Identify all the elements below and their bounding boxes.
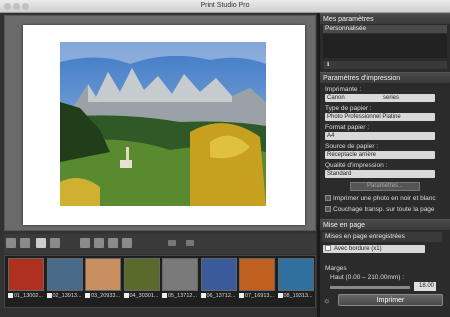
thumbnail-label[interactable]: 04_30301...	[123, 293, 159, 299]
bw-checkbox[interactable]: Imprimer une photo en noir et blanc	[325, 195, 436, 202]
printer-select[interactable]: Canon series	[325, 94, 435, 102]
text-icon[interactable]	[36, 238, 46, 248]
thumbnail[interactable]	[46, 258, 83, 291]
toolbar	[4, 234, 316, 254]
thumbnail[interactable]	[8, 258, 44, 291]
paper-source-label: Source de papier :	[325, 143, 379, 150]
next-arrow-icon[interactable]	[186, 240, 194, 246]
preset-item[interactable]: Personnalisée	[323, 25, 447, 33]
thumbnail-label[interactable]: 05_13712...	[162, 293, 197, 299]
thumbnail-label[interactable]: 03_20933...	[85, 293, 120, 299]
settings-sidebar: Mes paramètres Personnalisée ℹ Paramètre…	[320, 13, 450, 317]
thumbnail-checkbox[interactable]	[8, 293, 13, 299]
top-margin-label: Haut (0.00 – 210.00mm) :	[330, 274, 405, 281]
thumbnail-filename: 05_13712...	[168, 293, 198, 299]
paper-preview	[23, 25, 305, 225]
paper-type-select[interactable]: Photo Professionnel Platine	[325, 113, 435, 121]
thumbnail-checkbox[interactable]	[123, 293, 129, 299]
paper-size-label: Format papier :	[325, 124, 370, 131]
thumbnail-filename: 08_19313...	[283, 293, 313, 299]
thumbnail-checkbox[interactable]	[277, 293, 283, 299]
thumbnail-filename: 02_13913...	[52, 293, 82, 299]
printer-label: Imprimante :	[325, 86, 362, 93]
quality-label: Qualité d'impression :	[325, 162, 388, 169]
my-settings-header[interactable]: Mes paramètres	[320, 13, 450, 24]
crop-icon[interactable]	[80, 238, 90, 248]
preset-list	[323, 34, 447, 58]
thumbnail-label[interactable]: 08_19313...	[277, 293, 313, 299]
thumbnail[interactable]	[239, 258, 275, 291]
thumbnail-filename: 01_13002...	[14, 293, 44, 299]
thumbnail-filename: 04_30301...	[129, 293, 159, 299]
window-title: Print Studio Pro	[200, 2, 250, 9]
print-settings-header[interactable]: Paramètres d'impression	[320, 72, 450, 83]
paper-size-select[interactable]: A4	[325, 132, 435, 140]
thumbnail-filename: 03_20933...	[91, 293, 121, 299]
margins-label: Marges	[325, 265, 347, 272]
preview-photo[interactable]	[60, 42, 266, 206]
thumbnail-label[interactable]: 07_16913...	[239, 293, 274, 299]
thumbnail-checkbox[interactable]	[162, 293, 167, 299]
thumbnail[interactable]	[277, 258, 314, 291]
quality-select[interactable]: Standard	[325, 170, 435, 178]
top-margin-input[interactable]: 18.00	[414, 282, 436, 291]
title-bar: Print Studio Pro	[0, 0, 450, 13]
gear-icon[interactable]: ☼	[323, 296, 332, 305]
zoom-out-icon[interactable]	[94, 238, 104, 248]
single-view-icon[interactable]	[50, 238, 60, 248]
zoom-in-icon[interactable]	[108, 238, 118, 248]
thumbnail-checkbox[interactable]	[239, 293, 244, 299]
thumbnail[interactable]	[162, 258, 198, 291]
saved-layouts-header: Mises en page enregistrées	[322, 232, 442, 242]
rotate-right-icon[interactable]	[20, 238, 30, 248]
thumbnail-label[interactable]: 02_13913...	[46, 293, 82, 299]
thumbnail[interactable]	[200, 258, 237, 291]
thumbnail[interactable]	[123, 258, 160, 291]
paper-type-label: Type de papier :	[325, 105, 372, 112]
layout-header[interactable]: Mise en page	[320, 219, 450, 230]
coating-checkbox[interactable]: Couchage transp. sur toute la page	[325, 206, 435, 213]
thumbnail-checkbox[interactable]	[200, 293, 206, 299]
thumbnail-label[interactable]: 06_13712...	[200, 293, 236, 299]
thumbnail-strip: 01_13002... 02_13913... 03_20933... 04_3030…	[4, 255, 316, 308]
top-margin-slider[interactable]	[330, 286, 410, 289]
thumbnail-filename: 07_16913...	[245, 293, 275, 299]
print-preview-area	[4, 15, 316, 231]
app-window: Print Studio Pro 01_13002... 02_13913...…	[0, 0, 450, 317]
layout-select[interactable]: Avec bordure (x1)	[323, 245, 425, 253]
thumbnail[interactable]	[85, 258, 121, 291]
print-button[interactable]: Imprimer	[338, 294, 443, 306]
thumbnail-filename: 06_13712...	[206, 293, 236, 299]
thumbnail-checkbox[interactable]	[46, 293, 52, 299]
paper-source-select[interactable]: Réceptacle arrière	[325, 151, 435, 159]
params-button[interactable]: Paramètres...	[350, 182, 420, 191]
thumbnail-label[interactable]: 01_13002...	[8, 293, 43, 299]
thumbnail-checkbox[interactable]	[85, 293, 90, 299]
prev-arrow-icon[interactable]	[168, 240, 176, 246]
info-icon[interactable]: ℹ	[323, 61, 447, 69]
rotate-left-icon[interactable]	[6, 238, 16, 248]
fit-icon[interactable]	[122, 238, 132, 248]
